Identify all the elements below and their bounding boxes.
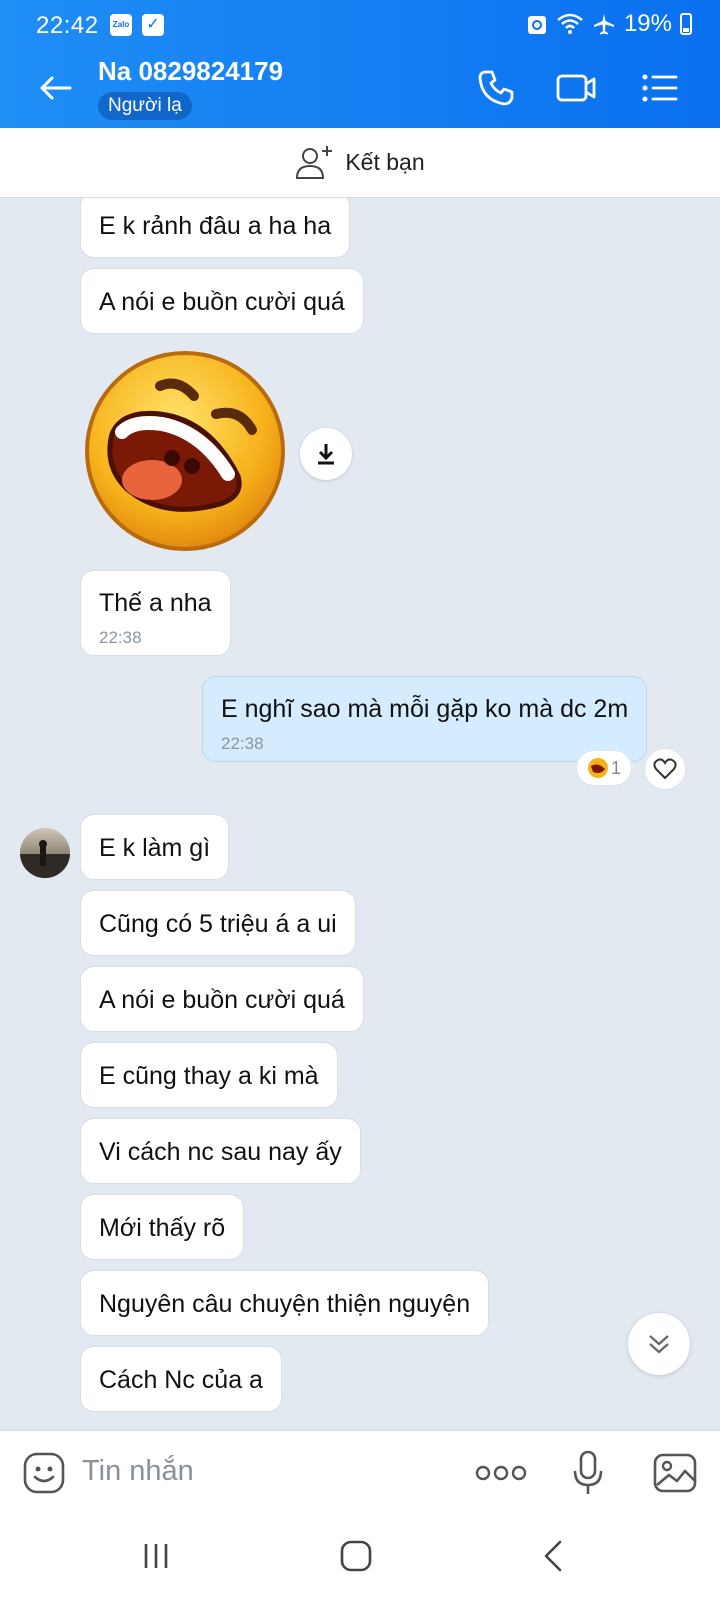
battery-icon — [680, 13, 692, 35]
add-friend-icon — [296, 145, 333, 179]
download-button[interactable] — [300, 428, 352, 480]
chat-area[interactable]: E k rảnh đâu a ha ha A nói e buồn cười q… — [0, 198, 720, 1430]
back-nav-icon[interactable] — [532, 1536, 576, 1576]
checkbox-notification-icon: ✓ — [142, 14, 164, 36]
reaction-chip[interactable]: 1 — [576, 750, 632, 786]
message-bubble[interactable]: Mới thấy rõ — [80, 1194, 245, 1260]
laughing-reaction-icon — [587, 758, 608, 778]
add-friend-bar[interactable]: Kết bạn — [0, 128, 720, 198]
message-bubble[interactable]: Cách Nc của a — [80, 1346, 282, 1412]
sync-icon — [527, 16, 546, 34]
contact-avatar[interactable] — [20, 828, 70, 878]
double-chevron-down-icon — [649, 1335, 669, 1354]
message-input[interactable]: Tin nhắn — [82, 1455, 194, 1488]
message-composer: Tin nhắn — [0, 1430, 720, 1514]
message-bubble[interactable]: A nói e buồn cười quá — [80, 268, 364, 334]
contact-name[interactable]: Na 0829824179 — [98, 56, 283, 87]
message-bubble[interactable]: Vi cách nc sau nay ấy — [80, 1118, 361, 1184]
message-bubble[interactable]: E cũng thay a ki mà — [80, 1042, 338, 1108]
heart-icon — [653, 758, 677, 780]
back-arrow-icon[interactable] — [36, 68, 76, 108]
more-options-icon[interactable] — [474, 1457, 528, 1489]
my-message-bubble[interactable]: E nghĩ sao mà mỗi gặp ko mà dc 2m 22:38 — [202, 676, 648, 762]
wifi-icon — [557, 13, 583, 34]
message-bubble[interactable]: Nguyên câu chuyện thiện nguyện — [80, 1270, 490, 1336]
download-icon — [318, 444, 334, 465]
message-time: 22:38 — [221, 734, 264, 753]
phone-call-icon[interactable] — [474, 66, 518, 110]
top-bar: 22:42 Zalo ✓ 19% Na 0829824179 Người lạ — [0, 0, 720, 128]
status-time: 22:42 — [36, 12, 99, 39]
system-navigation-bar — [0, 1514, 720, 1600]
avatar-photo — [20, 840, 70, 878]
recent-apps-icon[interactable] — [134, 1536, 178, 1576]
status-bar: 22:42 Zalo ✓ 19% — [0, 0, 720, 48]
image-gallery-icon[interactable] — [652, 1451, 698, 1495]
stranger-badge: Người lạ — [98, 92, 192, 120]
battery-percent: 19% — [623, 10, 672, 37]
menu-list-icon[interactable] — [638, 66, 682, 110]
message-bubble[interactable]: Thế a nha 22:38 — [80, 570, 231, 656]
message-bubble[interactable]: E k làm gì — [80, 814, 230, 880]
scroll-to-bottom-button[interactable] — [628, 1313, 690, 1375]
home-icon[interactable] — [334, 1536, 378, 1576]
laughing-face-sticker[interactable] — [82, 348, 288, 554]
airplane-icon — [593, 14, 614, 35]
reaction-count: 1 — [610, 757, 621, 778]
like-button[interactable] — [644, 748, 686, 790]
message-bubble[interactable]: E k rảnh đâu a ha ha — [80, 198, 351, 258]
zalo-notification-icon: Zalo — [110, 14, 132, 36]
chat-header: Na 0829824179 Người lạ — [0, 48, 720, 128]
message-bubble[interactable]: A nói e buồn cười quá — [80, 966, 364, 1032]
emoji-sticker-icon[interactable] — [22, 1451, 66, 1495]
message-bubble[interactable]: Cũng có 5 triệu á a ui — [80, 890, 356, 956]
message-time: 22:38 — [99, 628, 142, 647]
video-call-icon[interactable] — [554, 66, 598, 110]
microphone-icon[interactable] — [570, 1449, 606, 1497]
add-friend-label: Kết bạn — [345, 149, 425, 175]
